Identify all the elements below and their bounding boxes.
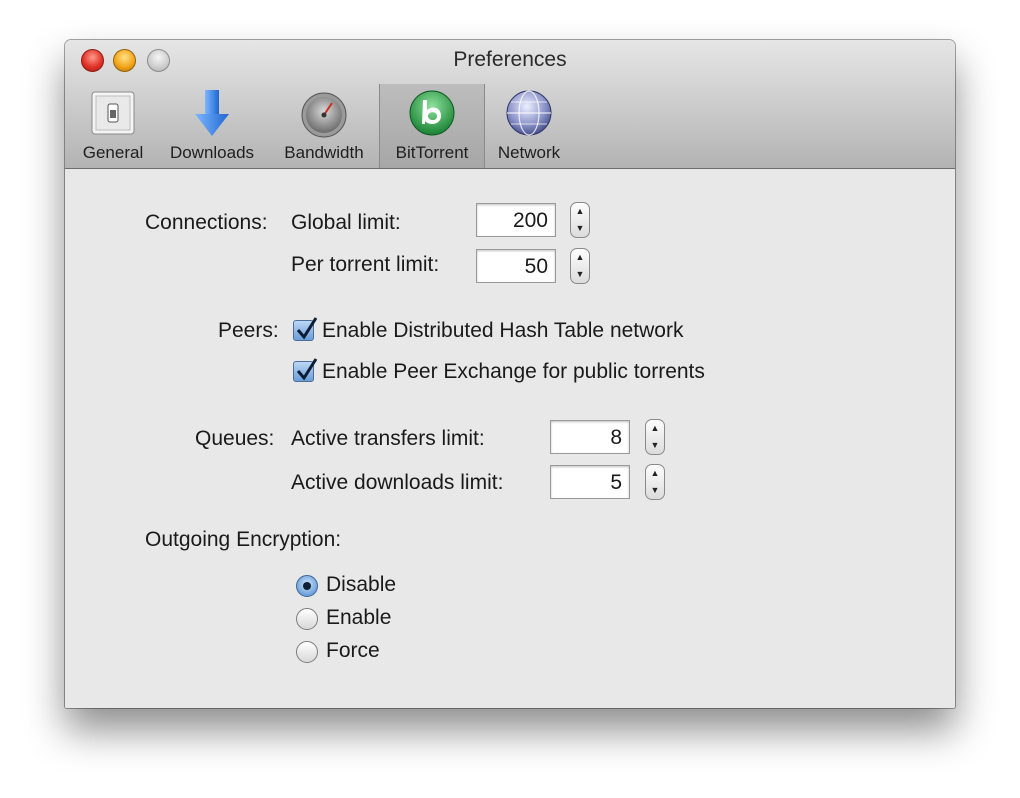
checkmark-icon [296, 317, 318, 340]
stepper-up-icon[interactable]: ▲ [571, 203, 589, 220]
per-torrent-limit-field[interactable]: 50 [476, 249, 556, 283]
pex-checkbox[interactable] [293, 358, 318, 382]
queues-label: Queues: [195, 427, 275, 450]
global-limit-stepper[interactable]: ▲ ▼ [570, 202, 590, 238]
per-torrent-limit-label: Per torrent limit: [291, 253, 440, 276]
checkmark-icon [296, 358, 318, 381]
switch-icon [88, 88, 138, 138]
preferences-window: Preferences General Downloads Bandwidth … [65, 40, 955, 708]
connections-label: Connections: [145, 211, 268, 234]
dht-label[interactable]: Enable Distributed Hash Table network [322, 319, 683, 343]
toolbar-bandwidth[interactable]: Bandwidth [274, 84, 374, 168]
stepper-down-icon[interactable]: ▼ [646, 482, 664, 499]
global-limit-label: Global limit: [291, 211, 401, 234]
toolbar-bittorrent-label: BitTorrent [395, 143, 469, 162]
active-downloads-stepper[interactable]: ▲ ▼ [645, 464, 665, 500]
peers-label: Peers: [218, 319, 279, 342]
globe-icon [504, 88, 554, 138]
encryption-enable-radio[interactable] [296, 608, 318, 630]
stepper-up-icon[interactable]: ▲ [571, 249, 589, 266]
toolbar-bittorrent[interactable]: BitTorrent [379, 84, 485, 168]
encryption-force-radio[interactable] [296, 641, 318, 663]
toolbar-network-label: Network [497, 143, 561, 162]
active-transfers-field[interactable]: 8 [550, 420, 630, 454]
bittorrent-icon [407, 88, 457, 138]
per-torrent-limit-stepper[interactable]: ▲ ▼ [570, 248, 590, 284]
toolbar-network[interactable]: Network [483, 84, 575, 168]
stepper-up-icon[interactable]: ▲ [646, 465, 664, 482]
stepper-down-icon[interactable]: ▼ [646, 437, 664, 454]
outgoing-encryption-label: Outgoing Encryption: [145, 528, 342, 551]
toolbar-general[interactable]: General [77, 84, 149, 168]
bittorrent-pane: Connections: Global limit: 200 ▲ ▼ Per t… [65, 169, 955, 708]
toolbar-general-label: General [82, 143, 144, 162]
active-downloads-field[interactable]: 5 [550, 465, 630, 499]
encryption-force-label[interactable]: Force [326, 639, 380, 663]
gauge-icon [299, 88, 349, 138]
dht-checkbox[interactable] [293, 317, 318, 341]
toolbar-downloads[interactable]: Downloads [162, 84, 262, 168]
window-title: Preferences [453, 48, 567, 71]
encryption-disable-radio[interactable] [296, 575, 318, 597]
active-transfers-label: Active transfers limit: [291, 427, 485, 450]
stepper-down-icon[interactable]: ▼ [571, 220, 589, 237]
encryption-enable-label[interactable]: Enable [326, 606, 391, 630]
global-limit-field[interactable]: 200 [476, 203, 556, 237]
stepper-up-icon[interactable]: ▲ [646, 420, 664, 437]
toolbar-bandwidth-label: Bandwidth [284, 143, 364, 162]
encryption-disable-label[interactable]: Disable [326, 573, 396, 597]
pex-label[interactable]: Enable Peer Exchange for public torrents [322, 360, 705, 384]
active-transfers-stepper[interactable]: ▲ ▼ [645, 419, 665, 455]
toolbar-downloads-label: Downloads [169, 143, 255, 162]
titlebar: Preferences General Downloads Bandwidth … [65, 40, 955, 169]
stepper-down-icon[interactable]: ▼ [571, 266, 589, 283]
active-downloads-label: Active downloads limit: [291, 471, 504, 494]
download-arrow-icon [187, 88, 237, 138]
